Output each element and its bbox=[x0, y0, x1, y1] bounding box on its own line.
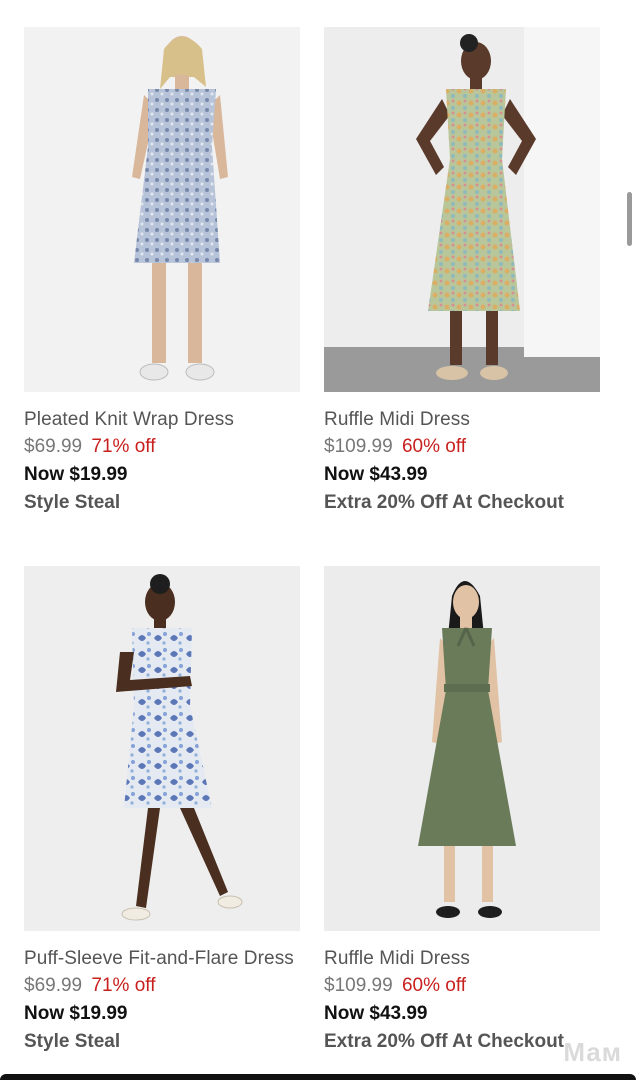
product-card[interactable]: Pleated Knit Wrap Dress $69.99 71% off N… bbox=[24, 27, 300, 517]
discount-badge: 71% off bbox=[91, 975, 156, 996]
price-row: $109.99 60% off bbox=[324, 972, 600, 1000]
original-price: $69.99 bbox=[24, 975, 83, 996]
sale-price: Now $19.99 bbox=[24, 1003, 128, 1024]
promo-label: Extra 20% Off At Checkout bbox=[324, 1031, 565, 1052]
product-image[interactable] bbox=[24, 566, 300, 931]
scrollbar-thumb[interactable] bbox=[627, 192, 632, 246]
product-card[interactable]: Ruffle Midi Dress $109.99 60% off Now $4… bbox=[324, 27, 600, 517]
promo-label: Style Steal bbox=[24, 1031, 121, 1052]
product-name[interactable]: Pleated Knit Wrap Dress bbox=[24, 406, 300, 433]
dress-photo-white-blue-floral-icon bbox=[24, 566, 300, 931]
promo-label: Extra 20% Off At Checkout bbox=[324, 492, 565, 513]
dress-photo-blue-floral-wrap-icon bbox=[24, 27, 300, 392]
original-price: $69.99 bbox=[24, 436, 83, 457]
product-info: Pleated Knit Wrap Dress $69.99 71% off N… bbox=[24, 392, 300, 517]
sale-price: Now $19.99 bbox=[24, 464, 128, 485]
discount-badge: 71% off bbox=[91, 436, 156, 457]
dress-photo-multicolor-floral-midi-icon bbox=[324, 27, 600, 392]
product-card[interactable]: Puff-Sleeve Fit-and-Flare Dress $69.99 7… bbox=[24, 566, 300, 1056]
original-price: $109.99 bbox=[324, 975, 393, 996]
product-name[interactable]: Ruffle Midi Dress bbox=[324, 406, 600, 433]
discount-badge: 60% off bbox=[401, 436, 467, 457]
product-image[interactable] bbox=[24, 27, 300, 392]
watermark: Мам bbox=[563, 1037, 622, 1067]
product-image[interactable] bbox=[324, 27, 600, 392]
product-name[interactable]: Ruffle Midi Dress bbox=[324, 945, 600, 972]
product-image[interactable] bbox=[324, 566, 600, 931]
product-grid: Pleated Knit Wrap Dress $69.99 71% off N… bbox=[0, 0, 636, 1080]
product-info: Ruffle Midi Dress $109.99 60% off Now $4… bbox=[324, 392, 600, 517]
discount-badge: 60% off bbox=[401, 975, 467, 996]
promo-label: Style Steal bbox=[24, 492, 121, 513]
dress-photo-olive-green-midi-icon bbox=[324, 566, 600, 931]
original-price: $109.99 bbox=[324, 436, 393, 457]
price-row: $69.99 71% off bbox=[24, 433, 300, 461]
sale-price: Now $43.99 bbox=[324, 1003, 428, 1024]
product-name[interactable]: Puff-Sleeve Fit-and-Flare Dress bbox=[24, 945, 300, 972]
price-row: $109.99 60% off bbox=[324, 433, 600, 461]
product-card[interactable]: Ruffle Midi Dress $109.99 60% off Now $4… bbox=[324, 566, 600, 1056]
sale-price: Now $43.99 bbox=[324, 464, 428, 485]
product-info: Puff-Sleeve Fit-and-Flare Dress $69.99 7… bbox=[24, 931, 300, 1056]
product-info: Ruffle Midi Dress $109.99 60% off Now $4… bbox=[324, 931, 600, 1056]
bottom-edge-bar bbox=[0, 1074, 636, 1080]
price-row: $69.99 71% off bbox=[24, 972, 300, 1000]
